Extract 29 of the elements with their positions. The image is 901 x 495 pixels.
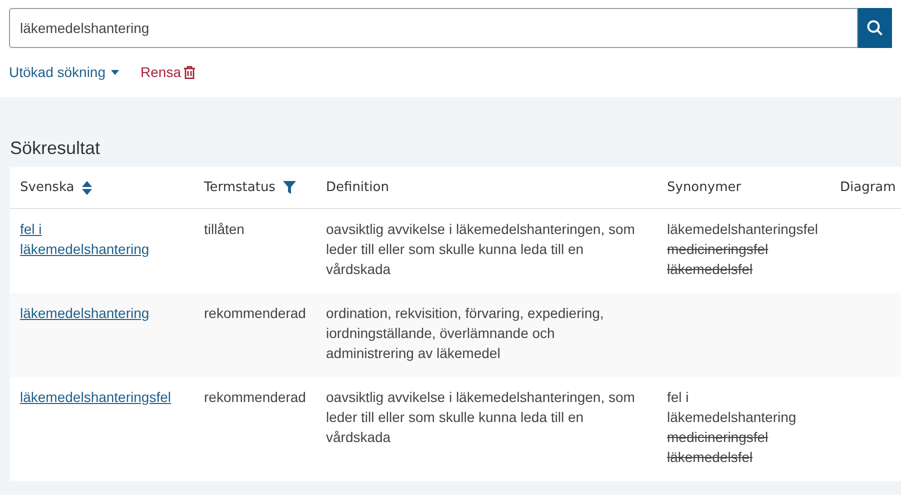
synonym-text: läkemedelsfel	[667, 260, 753, 279]
column-header: Svenska	[20, 178, 74, 197]
definition-text: oavsiktlig avvikelse i läkemedelshanteringen, som leder till eller som skulle kunna leda till en vårdskada	[326, 389, 635, 445]
column-header: Definition	[326, 178, 389, 197]
caret-icon	[110, 70, 119, 75]
clear-link[interactable]: Rensa	[140, 62, 195, 83]
column-header: Synonymer	[667, 178, 742, 197]
search-button[interactable]	[858, 8, 892, 48]
advanced-search-link[interactable]: Utökad sökning	[9, 62, 119, 83]
status-text: tillåten	[204, 221, 244, 237]
definition-text: ordination, rekvisition, förvaring, expediering, iordningställande, överlämnande och administrering av läkemedel	[326, 305, 604, 361]
term-link[interactable]: läkemedelshantering	[20, 303, 150, 323]
status-text: rekommenderad	[204, 305, 306, 321]
sort-icon[interactable]	[82, 180, 92, 194]
synonym-text: läkemedelshanteringsfel	[667, 220, 818, 239]
synonym-text: läkemedelsfel	[667, 448, 753, 467]
results-title: Sökresultat	[10, 137, 102, 160]
status-text: rekommenderad	[204, 389, 306, 405]
search-icon	[866, 19, 884, 37]
search-field[interactable]: läkemedelshantering	[9, 8, 858, 48]
synonym-text: medicineringsfel	[667, 428, 768, 447]
column-header: Diagram	[840, 178, 896, 197]
column-header: Termstatus	[204, 178, 276, 197]
term-link[interactable]: läkemedelshanteringsfel	[20, 387, 171, 407]
term-link[interactable]: fel i läkemedelshantering	[20, 219, 174, 259]
synonym-text: medicineringsfel	[667, 240, 768, 259]
definition-text: oavsiktlig avvikelse i läkemedelshanteringen, som leder till eller som skulle kunna leda till en vårdskada	[326, 221, 635, 277]
trash-icon	[184, 66, 195, 79]
filter-icon[interactable]	[283, 181, 296, 194]
